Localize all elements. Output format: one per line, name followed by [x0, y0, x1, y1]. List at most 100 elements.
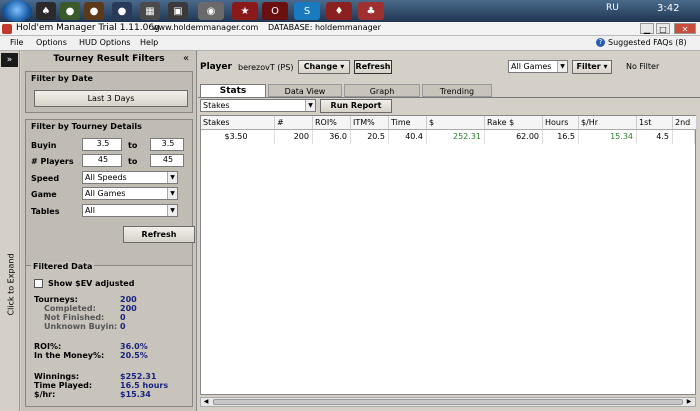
cell-time: 40.4	[389, 130, 427, 144]
filters-panel: Tourney Result Filters « Filter by Date …	[21, 51, 197, 411]
run-report-button[interactable]: Run Report	[320, 99, 392, 113]
cell-stakes: $3.50	[201, 130, 275, 144]
refresh-player-button[interactable]: Refresh	[354, 60, 392, 74]
change-player-button[interactable]: Change ▾	[298, 60, 350, 74]
window-titlebar: Hold'em Manager Trial 1.11.06g www.holde…	[0, 22, 700, 36]
collapse-button[interactable]: «	[183, 53, 189, 64]
no-filter-text: No Filter	[626, 62, 660, 71]
column-header-itm[interactable]: ITM%	[351, 116, 389, 130]
itm-value: 20.5%	[120, 351, 148, 360]
scroll-right-icon[interactable]: ▶	[685, 398, 693, 406]
maximize-button[interactable]: □	[656, 23, 670, 34]
column-header-stakes[interactable]: Stakes	[201, 116, 275, 130]
app-icon-2[interactable]: ●	[60, 2, 80, 20]
column-header-roi[interactable]: ROI%	[313, 116, 351, 130]
scroll-left-icon[interactable]: ◀	[202, 398, 210, 406]
app-logo-icon	[2, 24, 12, 34]
filter-button[interactable]: Filter ▾	[572, 60, 612, 74]
help-icon: ?	[596, 38, 605, 47]
date-filter-group: Filter by Date Last 3 Days	[25, 71, 193, 113]
itm-label: In the Money%:	[34, 351, 105, 360]
menu-options[interactable]: Options	[36, 38, 67, 47]
refresh-filters-button[interactable]: Refresh	[123, 226, 195, 243]
speed-select[interactable]: All Speeds ▼	[82, 171, 178, 184]
column-header-dollars[interactable]: $	[427, 116, 485, 130]
games-value: All Games	[511, 62, 552, 71]
last-3-days-button[interactable]: Last 3 Days	[34, 90, 188, 107]
tables-value: All	[85, 206, 95, 215]
chevron-down-icon: ▼	[167, 188, 177, 199]
buyin-from-input[interactable]: 3.5	[82, 138, 122, 151]
chevron-down-icon: ▾	[603, 62, 608, 71]
app-icon-3[interactable]: ●	[84, 2, 104, 20]
sev-label: Show $EV adjusted	[48, 279, 135, 288]
roi-label: ROI%:	[34, 342, 62, 351]
unknown-buyin-label: Unknown Buyin:	[44, 322, 118, 331]
per-hour-value: $15.34	[120, 390, 151, 399]
column-header-rake[interactable]: Rake $	[485, 116, 543, 130]
speed-value: All Speeds	[85, 173, 127, 182]
column-header-1st[interactable]: 1st	[637, 116, 673, 130]
column-header-hours[interactable]: Hours	[543, 116, 579, 130]
tab-trending[interactable]: Trending	[422, 84, 492, 97]
game-select[interactable]: All Games ▼	[82, 187, 178, 200]
game-label: Game	[31, 190, 57, 199]
menu-help[interactable]: Help	[140, 38, 158, 47]
time-played-value: 16.5 hours	[120, 381, 169, 390]
column-header-time[interactable]: Time	[389, 116, 427, 130]
opera-icon[interactable]: O	[262, 2, 288, 20]
tab-stats[interactable]: Stats	[200, 84, 266, 97]
group-by-select[interactable]: Stakes ▼	[200, 99, 316, 112]
expand-button[interactable]: »	[1, 53, 18, 67]
cell-2nd	[673, 130, 695, 144]
filter-label: Filter	[576, 62, 601, 71]
app-icon-4[interactable]: ●	[112, 2, 132, 20]
close-button[interactable]: ✕	[674, 23, 696, 34]
menu-file[interactable]: File	[10, 38, 23, 47]
app-icon-7[interactable]: ♦	[326, 2, 352, 20]
app-icon-8[interactable]: ♣	[358, 2, 384, 20]
buyin-to-label: to	[128, 141, 138, 150]
pokerstars-icon[interactable]: ★	[232, 2, 258, 20]
buyin-to-input[interactable]: 3.5	[150, 138, 184, 151]
column-header-per-hour[interactable]: $/Hr	[579, 116, 637, 130]
speed-label: Speed	[31, 174, 60, 183]
tab-data-view[interactable]: Data View	[268, 84, 342, 97]
suggested-faqs-link[interactable]: Suggested FAQs (8)	[608, 38, 687, 47]
column-header-count[interactable]: #	[275, 116, 313, 130]
horizontal-scrollbar[interactable]: ◀ ▶	[200, 397, 696, 407]
players-to-input[interactable]: 45	[150, 154, 184, 167]
cell-dollars: 252.31	[427, 130, 485, 144]
tab-divider	[198, 97, 700, 98]
tables-select[interactable]: All ▼	[82, 204, 178, 217]
start-button[interactable]	[2, 0, 32, 22]
expand-label: Click to Expand	[6, 253, 16, 316]
filters-title: Tourney Result Filters	[53, 54, 165, 64]
winnings-label: Winnings:	[34, 372, 80, 381]
column-header-2nd[interactable]: 2nd	[673, 116, 697, 130]
app-icon-1[interactable]: ♠	[36, 2, 56, 20]
language-indicator[interactable]: RU	[606, 3, 619, 13]
chrome-icon[interactable]: ◉	[198, 2, 224, 20]
tourneys-label: Tourneys:	[34, 295, 78, 304]
tab-graph[interactable]: Graph	[344, 84, 420, 97]
scrollbar-thumb[interactable]	[213, 399, 683, 405]
cell-roi: 36.0	[313, 130, 351, 144]
not-finished-value: 0	[120, 313, 126, 322]
minimize-button[interactable]: ▁	[640, 23, 654, 34]
games-select[interactable]: All Games ▼	[508, 60, 568, 73]
time-played-label: Time Played:	[34, 381, 93, 390]
menu-hud-options[interactable]: HUD Options	[79, 38, 130, 47]
cell-hours: 16.5	[543, 130, 579, 144]
menu-bar: File Options HUD Options Help ? Suggeste…	[0, 36, 700, 51]
expand-strip[interactable]: » Click to Expand	[0, 51, 20, 411]
results-grid: Stakes # ROI% ITM% Time $ Rake $ Hours $…	[200, 115, 697, 395]
table-row[interactable]: $3.50 200 36.0 20.5 40.4 252.31 62.00 16…	[201, 130, 695, 144]
skype-icon[interactable]: S	[294, 2, 320, 20]
app-icon-6[interactable]: ▣	[168, 2, 188, 20]
sev-checkbox[interactable]	[34, 279, 43, 288]
group-by-value: Stakes	[203, 101, 230, 110]
app-icon-5[interactable]: ▦	[140, 2, 160, 20]
players-from-input[interactable]: 45	[82, 154, 122, 167]
cell-count: 200	[275, 130, 313, 144]
